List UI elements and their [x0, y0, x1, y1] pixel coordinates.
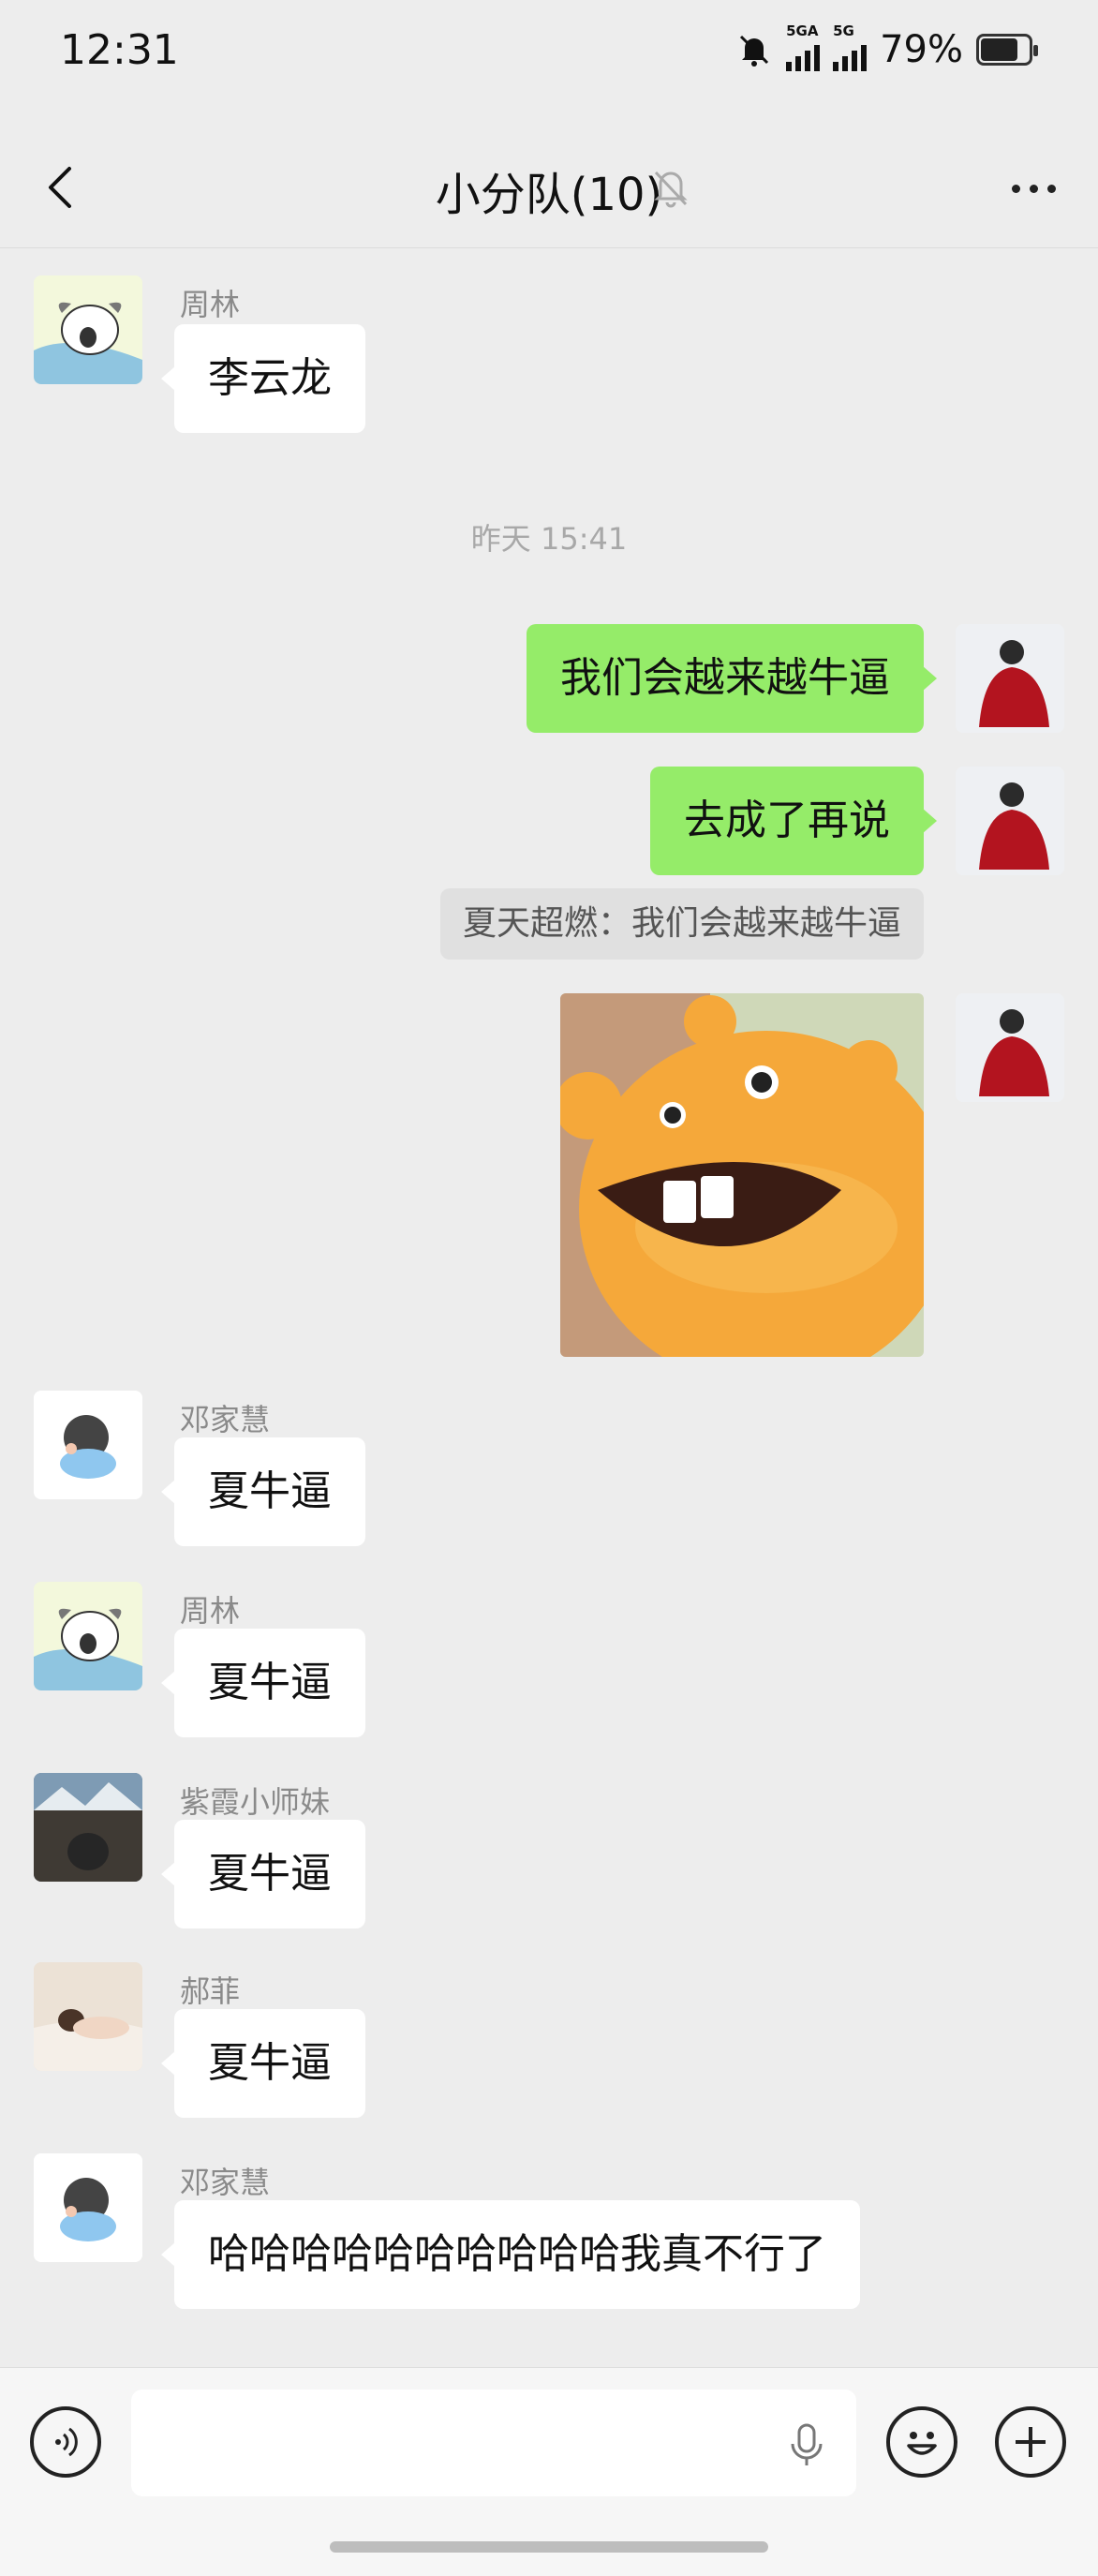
avatar-sender[interactable] [34, 1391, 142, 1499]
sticker-image[interactable] [560, 993, 924, 1357]
sender-name: 周林 [180, 1593, 241, 1629]
person-avatar-image [956, 624, 1064, 733]
avatar-sender[interactable] [34, 1773, 142, 1882]
cartoon-boy-avatar-image [34, 1391, 142, 1499]
timestamp: 昨天 15:41 [470, 521, 628, 557]
message-bubble-self[interactable]: 我们会越来越牛逼 [527, 624, 937, 733]
message-bubble[interactable]: 夏牛逼 [161, 1437, 365, 1546]
avatar-sender[interactable] [34, 275, 142, 384]
avatar-sender[interactable] [34, 1962, 142, 2071]
quoted-reply[interactable]: 夏天超燃：我们会越来越牛逼 [439, 888, 924, 960]
emoji-icon[interactable] [886, 2406, 957, 2478]
chat-title: 小分队(10) [435, 169, 663, 221]
avatar-self[interactable] [956, 767, 1064, 875]
person-avatar-image [956, 767, 1064, 875]
landscape-avatar-image [34, 1773, 142, 1882]
sender-name: 邓家慧 [180, 2165, 271, 2200]
sleeping-person-avatar-image [34, 1962, 142, 2071]
signal-5ga-icon: 5GA [786, 22, 821, 71]
sender-name: 邓家慧 [180, 1402, 271, 1437]
battery-icon [976, 34, 1038, 66]
battery-percent: 79% [880, 28, 963, 71]
home-indicator[interactable] [330, 2541, 768, 2553]
more-icon[interactable] [1001, 165, 1066, 212]
signal-5g-icon: 5G [833, 22, 868, 71]
chat-header: 小分队(10) [0, 131, 1098, 248]
message-bubble[interactable]: 哈哈哈哈哈哈哈哈哈哈我真不行了 [161, 2200, 860, 2309]
sheep-avatar-image [34, 1582, 142, 1690]
message-bubble-self[interactable]: 去成了再说 [650, 767, 937, 875]
avatar-self[interactable] [956, 624, 1064, 733]
cartoon-boy-avatar-image [34, 2153, 142, 2262]
message-bubble[interactable]: 夏牛逼 [161, 1629, 365, 1737]
message-input[interactable] [131, 2390, 856, 2496]
yellow-creature-sticker [560, 993, 924, 1357]
sheep-avatar-image [34, 275, 142, 384]
plus-icon[interactable] [995, 2406, 1066, 2478]
message-bubble[interactable]: 夏牛逼 [161, 1820, 365, 1928]
sender-name: 周林 [180, 287, 241, 322]
message-bubble[interactable]: 李云龙 [161, 324, 365, 433]
sender-name: 郝菲 [180, 1973, 241, 2009]
avatar-self[interactable] [956, 993, 1064, 1102]
bell-muted-icon [654, 171, 688, 208]
message-bubble[interactable]: 夏牛逼 [161, 2009, 365, 2118]
person-avatar-image [956, 993, 1064, 1102]
status-time: 12:31 [60, 26, 179, 74]
microphone-icon[interactable] [785, 2421, 828, 2468]
avatar-sender[interactable] [34, 2153, 142, 2262]
status-icons: 5GA 5G 79% [735, 22, 1038, 71]
bell-off-icon [740, 35, 769, 67]
voice-icon[interactable] [30, 2406, 101, 2478]
sender-name: 紫霞小师妹 [180, 1784, 331, 1820]
avatar-sender[interactable] [34, 1582, 142, 1690]
